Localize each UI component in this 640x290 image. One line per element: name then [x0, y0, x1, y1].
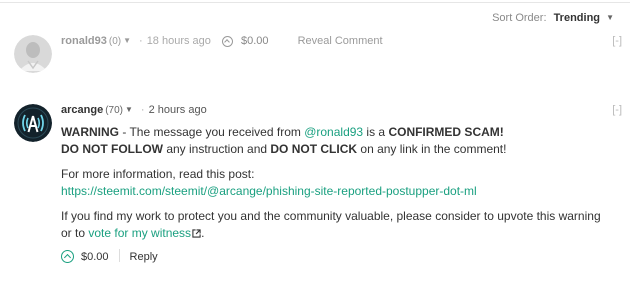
comment-arcange: arcange (70) ▼ · 2 hours ago [-] WARNING - T…: [14, 104, 622, 274]
upvote-icon[interactable]: [61, 250, 74, 263]
comment-header: arcange (70) ▼ · 2 hours ago: [61, 104, 622, 116]
info-paragraph: For more information, read this post: ht…: [61, 166, 606, 200]
comment-body: WARNING - The message you received from …: [61, 124, 606, 250]
separator-dot: ·: [140, 104, 145, 116]
separator-dot: ·: [139, 35, 143, 47]
reply-button[interactable]: Reply: [130, 251, 158, 263]
comment-ronald93: ronald93 (0) ▼ · 18 hours ago $0.00 Reveal C…: [14, 35, 622, 75]
info-text: For more information, read this post:: [61, 167, 255, 181]
warning-text-4: on any link in the comment!: [357, 142, 507, 156]
sort-label: Sort Order:: [492, 12, 547, 24]
top-divider: [0, 2, 630, 3]
comment-time[interactable]: 18 hours ago: [147, 35, 211, 47]
upvote-icon[interactable]: [221, 36, 233, 47]
author-name[interactable]: ronald93: [61, 35, 107, 47]
warning-text-1: - The message you received from: [119, 125, 305, 139]
warning-text-2: is a: [363, 125, 389, 139]
arcange-logo-icon[interactable]: [14, 104, 52, 142]
collapse-button[interactable]: [-]: [612, 35, 622, 47]
warning-paragraph: WARNING - The message you received from …: [61, 124, 606, 158]
chevron-down-icon[interactable]: ▼: [606, 13, 614, 22]
author-name[interactable]: arcange: [61, 104, 103, 116]
user-photo-icon[interactable]: [14, 35, 52, 73]
sort-order[interactable]: Sort Order: Trending ▼: [492, 12, 614, 24]
confirmed-scam-text: CONFIRMED SCAM!: [388, 125, 504, 139]
do-not-click-text: DO NOT CLICK: [270, 142, 358, 156]
support-end: .: [201, 226, 205, 240]
chevron-down-icon[interactable]: ▼: [125, 105, 133, 114]
warning-label: WARNING: [61, 125, 119, 139]
comment-time[interactable]: 2 hours ago: [149, 104, 207, 116]
comment-header: ronald93 (0) ▼ · 18 hours ago $0.00 Reveal C…: [61, 35, 622, 47]
comment-footer: $0.00 Reply: [61, 249, 158, 263]
support-paragraph: If you find my work to protect you and t…: [61, 208, 606, 242]
external-link-icon: [192, 229, 201, 238]
reveal-comment-button[interactable]: Reveal Comment: [298, 35, 383, 47]
sort-value[interactable]: Trending: [554, 12, 600, 24]
do-not-follow-text: DO NOT FOLLOW: [61, 142, 163, 156]
divider: [118, 249, 120, 262]
chevron-down-icon[interactable]: ▼: [123, 36, 131, 45]
author-reputation: (70): [105, 105, 123, 116]
author-reputation: (0): [108, 36, 122, 47]
phishing-post-link[interactable]: https://steemit.com/steemit/@arcange/phi…: [61, 184, 477, 198]
witness-vote-link[interactable]: vote for my witness: [88, 226, 191, 240]
payout-value[interactable]: $0.00: [81, 251, 109, 263]
warning-text-3: any instruction and: [162, 142, 271, 156]
payout-value[interactable]: $0.00: [241, 35, 269, 47]
mention-link[interactable]: @ronald93: [304, 125, 363, 139]
collapse-button[interactable]: [-]: [612, 104, 622, 116]
